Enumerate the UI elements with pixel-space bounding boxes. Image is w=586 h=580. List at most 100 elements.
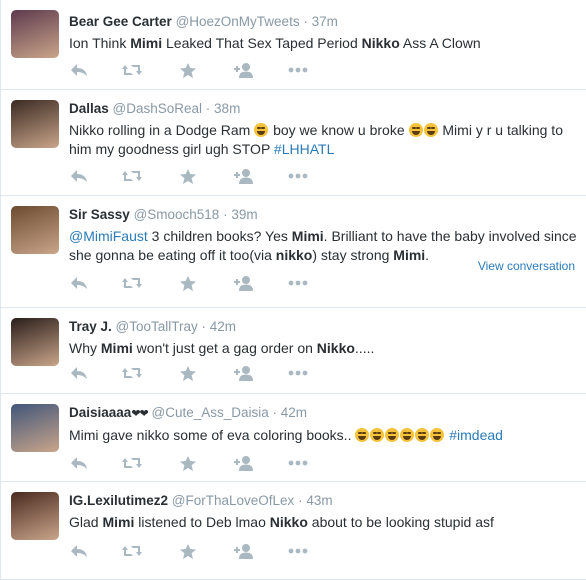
reply-icon xyxy=(69,365,91,381)
author-username[interactable]: @Smooch518 xyxy=(134,207,220,222)
highlighted-keyword: Mimi xyxy=(100,340,133,356)
separator-dot: · xyxy=(294,493,307,508)
tweet[interactable]: IG.Lexilutimez2 @ForThaLoveOfLex · 43m Gl… xyxy=(1,482,586,580)
favorite-button[interactable] xyxy=(179,365,201,385)
more-button[interactable] xyxy=(287,365,309,385)
author-fullname[interactable]: Tray J. xyxy=(69,319,112,334)
author-fullname[interactable]: Dallas xyxy=(69,101,109,116)
favorite-button[interactable] xyxy=(179,275,201,295)
author-username[interactable]: @Cute_Ass_Daisia xyxy=(152,405,269,420)
tweet-actions xyxy=(69,275,329,295)
favorite-button[interactable] xyxy=(179,62,201,82)
avatar[interactable] xyxy=(11,100,59,148)
tweet-header: Tray J. @TooTallTray · 42m xyxy=(69,318,579,336)
avatar[interactable] xyxy=(11,492,59,540)
follow-icon xyxy=(233,455,255,471)
follow-icon xyxy=(233,365,255,381)
more-button[interactable] xyxy=(287,62,309,82)
laughing-emoji-icon xyxy=(355,428,370,442)
follow-button[interactable] xyxy=(233,543,255,563)
retweet-button[interactable] xyxy=(121,543,143,563)
author-username[interactable]: @ForThaLoveOfLex xyxy=(172,493,295,508)
author-fullname[interactable]: Daisiaaaa xyxy=(69,405,131,420)
reply-button[interactable] xyxy=(69,168,91,188)
tweet[interactable]: Daisiaaaa❤❤ @Cute_Ass_Daisia · 42m Mimi g… xyxy=(1,394,586,482)
retweet-icon xyxy=(121,365,143,381)
tweet-text: Why Mimi won't just get a gag order on N… xyxy=(69,339,579,358)
text-fragment: Why xyxy=(69,340,101,356)
author-fullname[interactable]: Sir Sassy xyxy=(69,207,130,222)
reply-button[interactable] xyxy=(69,455,91,475)
retweet-button[interactable] xyxy=(121,168,143,188)
tweet-header: Daisiaaaa❤❤ @Cute_Ass_Daisia · 42m xyxy=(69,404,579,423)
tweet-actions xyxy=(69,62,329,82)
laughing-emoji-icon xyxy=(400,428,415,442)
more-button[interactable] xyxy=(287,455,309,475)
reply-icon xyxy=(69,62,91,78)
tweet-timestamp[interactable]: 43m xyxy=(306,493,332,508)
avatar[interactable] xyxy=(11,10,59,58)
highlighted-keyword: nikko xyxy=(275,247,313,263)
text-fragment: Ass A Clown xyxy=(399,35,481,51)
text-fragment: Glad xyxy=(69,514,103,530)
tweet[interactable]: Bear Gee Carter @HoezOnMyTweets · 37m Ion… xyxy=(1,0,586,90)
hashtag-link[interactable]: #imdead xyxy=(449,427,503,443)
view-conversation-link[interactable]: View conversation xyxy=(478,259,575,273)
follow-icon xyxy=(233,168,255,184)
follow-button[interactable] xyxy=(233,365,255,385)
separator-dot: · xyxy=(197,319,210,334)
follow-button[interactable] xyxy=(233,62,255,82)
author-username[interactable]: @TooTallTray xyxy=(116,319,198,334)
avatar[interactable] xyxy=(11,318,59,366)
more-button[interactable] xyxy=(287,543,309,563)
reply-button[interactable] xyxy=(69,365,91,385)
more-icon xyxy=(287,275,309,291)
follow-button[interactable] xyxy=(233,168,255,188)
follow-button[interactable] xyxy=(233,275,255,295)
avatar[interactable] xyxy=(11,404,59,452)
tweet-timestamp[interactable]: 37m xyxy=(312,14,338,29)
tweet-timestamp[interactable]: 42m xyxy=(281,405,307,420)
more-button[interactable] xyxy=(287,168,309,188)
favorite-button[interactable] xyxy=(179,168,201,188)
reply-button[interactable] xyxy=(69,543,91,563)
laughing-emoji-icon xyxy=(423,123,438,137)
tweet-timestamp[interactable]: 42m xyxy=(210,319,236,334)
tweet-actions xyxy=(69,455,329,475)
hashtag-link[interactable]: #LHHATL xyxy=(274,141,334,157)
mention-link[interactable]: @MimiFaust xyxy=(69,228,148,244)
author-fullname[interactable]: IG.Lexilutimez2 xyxy=(69,493,168,508)
author-username[interactable]: @HoezOnMyTweets xyxy=(176,14,300,29)
author-fullname[interactable]: Bear Gee Carter xyxy=(69,14,172,29)
highlighted-keyword: Nikko xyxy=(361,35,400,51)
tweet-text: Glad Mimi listened to Deb lmao Nikko abo… xyxy=(69,513,579,532)
tweet-timestamp[interactable]: 39m xyxy=(231,207,257,222)
retweet-button[interactable] xyxy=(121,62,143,82)
tweet-timestamp[interactable]: 38m xyxy=(214,101,240,116)
favorite-button[interactable] xyxy=(179,455,201,475)
tweet[interactable]: Sir Sassy @Smooch518 · 39m @MimiFaust 3 c… xyxy=(1,196,586,308)
reply-button[interactable] xyxy=(69,275,91,295)
tweet-header: Sir Sassy @Smooch518 · 39m xyxy=(69,206,579,224)
author-username[interactable]: @DashSoReal xyxy=(113,101,203,116)
highlighted-keyword: Nikko xyxy=(269,514,308,530)
retweet-button[interactable] xyxy=(121,365,143,385)
text-fragment: won't just get a gag order on xyxy=(132,340,317,356)
separator-dot: · xyxy=(268,405,281,420)
avatar[interactable] xyxy=(11,206,59,254)
highlighted-keyword: Mimi xyxy=(291,228,324,244)
retweet-icon xyxy=(121,168,143,184)
follow-button[interactable] xyxy=(233,455,255,475)
tweet[interactable]: Tray J. @TooTallTray · 42m Why Mimi won't… xyxy=(1,308,586,394)
reply-button[interactable] xyxy=(69,62,91,82)
separator-dot: · xyxy=(202,101,215,116)
favorite-button[interactable] xyxy=(179,543,201,563)
retweet-button[interactable] xyxy=(121,275,143,295)
tweet[interactable]: Dallas @DashSoReal · 38m Nikko rolling in… xyxy=(1,90,586,196)
text-fragment: ) stay strong xyxy=(312,247,394,263)
favorite-icon xyxy=(179,275,201,292)
more-button[interactable] xyxy=(287,275,309,295)
reply-icon xyxy=(69,455,91,471)
laughing-emoji-icon xyxy=(430,428,445,442)
retweet-button[interactable] xyxy=(121,455,143,475)
